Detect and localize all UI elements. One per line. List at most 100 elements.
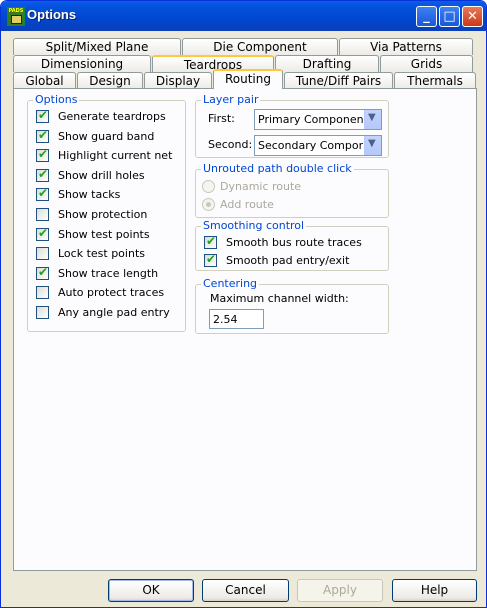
- apply-button[interactable]: Apply: [297, 579, 383, 602]
- close-icon: ✕: [467, 9, 478, 24]
- option-checkbox-row[interactable]: ✔ Show drill holes: [36, 166, 186, 184]
- checkmark-icon: ✔: [38, 127, 49, 142]
- window-title: Options: [27, 7, 77, 22]
- tab-design[interactable]: Design: [77, 72, 143, 89]
- tab-via-patterns[interactable]: Via Patterns: [339, 38, 473, 55]
- minimize-icon: _: [423, 9, 430, 24]
- centering-group: Centering Maximum channel width: 2.54: [195, 277, 389, 334]
- first-layer-dropdown[interactable]: ▼: [364, 110, 381, 129]
- option-checkbox[interactable]: [36, 286, 49, 300]
- option-checkbox[interactable]: ✔: [36, 166, 49, 182]
- second-layer-dropdown[interactable]: ▼: [364, 136, 381, 155]
- chevron-down-icon: ▼: [368, 112, 376, 123]
- option-checkbox[interactable]: ✔: [36, 127, 49, 143]
- tab-dimensioning[interactable]: Dimensioning: [13, 55, 151, 72]
- second-layer-combo[interactable]: Secondary Componer ▼: [254, 135, 382, 156]
- option-checkbox-label: Generate teardrops: [58, 110, 166, 123]
- tab-split-mixed-plane[interactable]: Split/Mixed Plane: [13, 38, 181, 55]
- checkmark-icon: ✔: [206, 252, 217, 266]
- options-group-title: Options: [33, 93, 80, 106]
- unrouted-path-group: Unrouted path double click Dynamic route…: [195, 162, 389, 218]
- option-checkbox-label: Show drill holes: [58, 168, 145, 182]
- smoothing-checkbox[interactable]: ✔: [204, 252, 217, 267]
- title-bar[interactable]: PADS Options _ □ ✕: [1, 1, 486, 31]
- tab-routing[interactable]: Routing: [213, 69, 283, 89]
- checkmark-icon: ✔: [38, 166, 49, 181]
- option-checkbox-label: Show tacks: [58, 188, 121, 202]
- option-checkbox-label: Show trace length: [58, 266, 159, 280]
- option-checkbox-row[interactable]: ✔ Show tacks: [36, 187, 186, 203]
- option-checkbox-row[interactable]: ✔ Highlight current net: [36, 148, 186, 164]
- options-group: Options ✔ Generate teardrops ✔ Show guard b…: [27, 93, 186, 332]
- option-checkbox-label: Show guard band: [58, 129, 155, 143]
- max-channel-width-input[interactable]: 2.54: [209, 309, 264, 329]
- smoothing-checkbox[interactable]: ✔: [204, 234, 217, 249]
- tab-display[interactable]: Display: [144, 72, 212, 89]
- option-checkbox-label: Highlight current net: [58, 149, 173, 163]
- option-checkbox-row[interactable]: ✔ Show test points: [36, 225, 186, 243]
- smoothing-control-title: Smoothing control: [201, 219, 307, 232]
- option-checkbox-label: Auto protect traces: [58, 286, 165, 300]
- close-button[interactable]: ✕: [462, 6, 483, 27]
- maximize-button[interactable]: □: [439, 6, 460, 27]
- tab-grids[interactable]: Grids: [380, 55, 473, 72]
- add-route-radio[interactable]: [202, 198, 215, 211]
- option-checkbox-row[interactable]: ✔ Generate teardrops: [36, 109, 186, 125]
- layer-pair-title: Layer pair: [201, 93, 261, 106]
- option-checkbox-row[interactable]: Any angle pad entry: [36, 305, 186, 321]
- first-layer-value: Primary Component Si: [258, 113, 363, 126]
- checkmark-icon: ✔: [38, 147, 49, 162]
- ok-button[interactable]: OK: [108, 579, 194, 602]
- checkmark-icon: ✔: [38, 108, 49, 122]
- option-checkbox[interactable]: ✔: [36, 264, 49, 280]
- option-checkbox[interactable]: [36, 306, 49, 319]
- maximize-icon: □: [443, 9, 456, 24]
- cancel-button[interactable]: Cancel: [202, 579, 289, 602]
- option-checkbox-row[interactable]: ✔ Show guard band: [36, 127, 186, 145]
- option-checkbox-label: Lock test points: [58, 247, 145, 261]
- dynamic-route-label: Dynamic route: [220, 180, 302, 193]
- first-layer-combo[interactable]: Primary Component Si ▼: [254, 109, 382, 130]
- max-channel-width-value: 2.54: [213, 313, 238, 326]
- tab-global[interactable]: Global: [13, 72, 76, 89]
- smoothing-checkbox-label: Smooth pad entry/exit: [226, 254, 350, 267]
- option-checkbox-row[interactable]: Auto protect traces: [36, 285, 186, 301]
- option-checkbox-row[interactable]: Show protection: [36, 207, 186, 223]
- checkmark-icon: ✔: [38, 225, 49, 240]
- second-layer-label: Second:: [208, 138, 253, 151]
- add-route-label: Add route: [220, 198, 274, 211]
- smoothing-checkbox-row[interactable]: ✔ Smooth pad entry/exit: [204, 253, 354, 269]
- first-layer-label: First:: [208, 112, 235, 125]
- tab-die-component[interactable]: Die Component: [182, 38, 338, 55]
- second-layer-value: Secondary Componer: [258, 139, 363, 152]
- max-channel-width-label: Maximum channel width:: [210, 292, 349, 305]
- option-checkbox[interactable]: ✔: [36, 225, 49, 241]
- option-checkbox[interactable]: ✔: [36, 108, 49, 123]
- smoothing-checkbox-row[interactable]: ✔ Smooth bus route traces: [204, 234, 362, 251]
- option-checkbox-row[interactable]: Lock test points: [36, 246, 186, 262]
- option-checkbox[interactable]: ✔: [36, 186, 49, 202]
- smoothing-control-group: Smoothing control ✔ Smooth bus route trac…: [195, 219, 389, 271]
- option-checkbox-label: Any angle pad entry: [58, 306, 170, 319]
- chevron-down-icon: ▼: [368, 138, 376, 149]
- option-checkbox-row[interactable]: ✔ Show trace length: [36, 264, 186, 282]
- app-icon-text: PADS: [8, 8, 24, 14]
- tab-thermals[interactable]: Thermals: [394, 72, 476, 89]
- option-checkbox[interactable]: [36, 208, 49, 221]
- smoothing-checkbox-label: Smooth bus route traces: [226, 236, 362, 249]
- checkmark-icon: ✔: [38, 264, 49, 279]
- layer-pair-group: Layer pair First: Primary Component Si ▼…: [195, 93, 389, 158]
- centering-title: Centering: [201, 277, 260, 290]
- option-checkbox[interactable]: ✔: [36, 147, 49, 163]
- option-checkbox[interactable]: [36, 247, 49, 261]
- pads-app-icon: PADS: [7, 7, 25, 26]
- tab-drafting[interactable]: Drafting: [275, 55, 379, 72]
- help-button[interactable]: Help: [392, 579, 477, 602]
- checkmark-icon: ✔: [206, 234, 217, 248]
- tab-tune-diff-pairs[interactable]: Tune/Diff Pairs: [284, 72, 393, 89]
- options-dialog: PADS Options _ □ ✕ Split/Mixed Plane Die…: [0, 0, 487, 608]
- dynamic-route-radio[interactable]: [202, 180, 215, 193]
- checkmark-icon: ✔: [38, 186, 49, 201]
- minimize-button[interactable]: _: [416, 6, 437, 27]
- unrouted-path-title: Unrouted path double click: [201, 162, 354, 175]
